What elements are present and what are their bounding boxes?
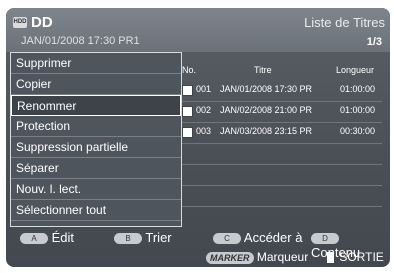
row-number: 003 xyxy=(196,126,212,136)
row-length: 00:30:00 xyxy=(340,126,376,136)
context-menu: Supprimer Copier Renommer Protection Sup… xyxy=(10,52,182,227)
exit-button[interactable]: SORTIE xyxy=(327,250,384,264)
row-number: 002 xyxy=(196,105,212,115)
d-key-icon: D xyxy=(311,233,339,245)
marker-label: Marqueur xyxy=(256,250,309,264)
screen: HDD DD Liste de Titres JAN/01/2008 17:30… xyxy=(6,8,390,267)
menu-item-renommer[interactable]: Renommer xyxy=(11,95,181,116)
hdd-icon: HDD xyxy=(13,17,27,28)
b-button-label: Trier xyxy=(145,230,172,245)
page-number: 1/3 xyxy=(366,36,382,48)
divider xyxy=(182,164,382,165)
menu-item-protection[interactable]: Protection xyxy=(11,116,181,137)
row-length: 01:00:00 xyxy=(340,84,376,94)
menu-item-supprimer[interactable]: Supprimer xyxy=(11,53,181,74)
menu-item-suppression-partielle[interactable]: Suppression partielle xyxy=(11,137,181,158)
table-row[interactable]: 001 JAN/01/2008 17:30 PR 01:00:00 xyxy=(182,81,382,101)
page-title: Liste de Titres xyxy=(304,15,385,30)
a-button[interactable]: A Édit xyxy=(20,230,74,245)
marker-key-icon: MARKER xyxy=(206,251,254,264)
divider xyxy=(182,185,382,186)
row-title: JAN/03/2008 23:15 PR xyxy=(220,126,313,136)
b-key-icon: B xyxy=(114,233,142,245)
row-title: JAN/01/2008 17:30 PR xyxy=(220,84,313,94)
footer-bar: MARKER Marqueur SORTIE xyxy=(6,246,390,267)
c-key-icon: C xyxy=(213,233,241,245)
exit-icon xyxy=(327,252,334,264)
selected-title-info: JAN/01/2008 17:30 PR1 xyxy=(21,35,140,47)
device-name: DD xyxy=(31,14,53,31)
table-row[interactable]: 003 JAN/03/2008 23:15 PR 00:30:00 xyxy=(182,123,382,143)
a-button-label: Édit xyxy=(51,230,75,245)
marker-button[interactable]: MARKER Marqueur xyxy=(206,250,308,264)
color-button-bar: A Édit B Trier C Accéder à D Contenu xyxy=(6,228,390,260)
menu-item-copier[interactable]: Copier xyxy=(11,74,181,95)
checkbox[interactable] xyxy=(182,85,193,96)
c-button-label: Accéder à xyxy=(243,230,303,245)
row-number: 001 xyxy=(196,84,212,94)
divider xyxy=(182,206,382,207)
menu-item-nouvelle-liste[interactable]: Nouv. l. lect. xyxy=(11,179,181,200)
row-title: JAN/02/2008 21:00 PR xyxy=(220,105,313,115)
title-bar: HDD DD Liste de Titres JAN/01/2008 17:30… xyxy=(6,8,390,52)
a-key-icon: A xyxy=(20,233,48,245)
table-row[interactable]: 002 JAN/02/2008 21:00 PR 01:00:00 xyxy=(182,102,382,122)
checkbox[interactable] xyxy=(182,127,193,138)
divider xyxy=(182,143,382,144)
c-button[interactable]: C Accéder à xyxy=(213,230,302,245)
col-header-no: No. xyxy=(182,65,197,75)
b-button[interactable]: B Trier xyxy=(114,230,172,245)
col-header-length: Longueur xyxy=(336,65,375,75)
checkbox[interactable] xyxy=(182,106,193,117)
col-header-title: Titre xyxy=(254,65,272,75)
menu-item-selectionner-tout[interactable]: Sélectionner tout xyxy=(11,200,181,221)
menu-item-separer[interactable]: Séparer xyxy=(11,158,181,179)
exit-label: SORTIE xyxy=(339,250,384,264)
row-length: 01:00:00 xyxy=(340,105,376,115)
